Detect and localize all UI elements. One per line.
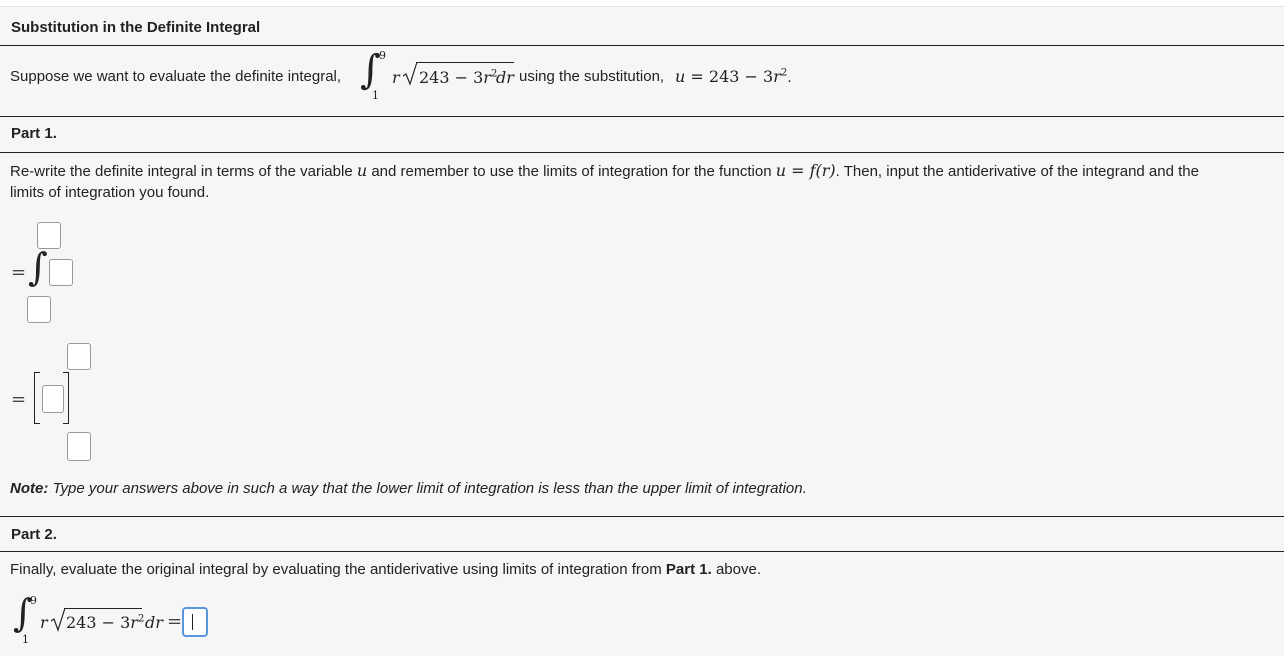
equals-sign: = bbox=[167, 611, 183, 632]
part2-heading: Part 2. bbox=[11, 526, 57, 543]
part1-instructions: Re-write the definite integral in terms … bbox=[10, 161, 1199, 180]
intro-text: Suppose we want to evaluate the definite… bbox=[10, 68, 342, 85]
text-caret bbox=[192, 614, 193, 630]
equals-sign: = bbox=[11, 262, 27, 283]
divider bbox=[0, 116, 1284, 117]
antiderivative-input[interactable] bbox=[42, 385, 64, 413]
upper-limit: 9 bbox=[30, 594, 37, 607]
intro-middle: using the substitution, bbox=[519, 68, 665, 85]
note: Note: Type your answers above in such a … bbox=[10, 480, 807, 497]
divider bbox=[0, 516, 1284, 517]
lower-limit-input[interactable] bbox=[27, 296, 51, 323]
lower-eval-input[interactable] bbox=[67, 432, 91, 461]
lower-limit: 1 bbox=[372, 89, 379, 102]
part1-heading: Part 1. bbox=[11, 125, 57, 142]
equals-sign: = bbox=[11, 389, 27, 410]
page-title: Substitution in the Definite Integral bbox=[11, 19, 261, 36]
part1-instructions-cont: limits of integration you found. bbox=[10, 184, 210, 201]
lower-limit: 1 bbox=[22, 633, 29, 646]
sqrt-bar bbox=[64, 608, 142, 609]
right-bracket-icon bbox=[63, 372, 69, 424]
divider bbox=[0, 152, 1284, 153]
integrand-input[interactable] bbox=[49, 259, 73, 286]
left-bracket-icon bbox=[34, 372, 40, 424]
radicand: 243 − 3r2 bbox=[66, 613, 145, 632]
radicand: 243 − 3r2 bbox=[419, 68, 498, 87]
integral-sign-icon: ∫ bbox=[360, 47, 381, 93]
part2-instructions: Finally, evaluate the original integral … bbox=[10, 561, 761, 578]
sqrt-bar bbox=[416, 62, 514, 63]
divider bbox=[0, 551, 1284, 552]
integral-sign-icon: ∫ bbox=[28, 245, 48, 289]
upper-limit: 9 bbox=[379, 49, 386, 62]
final-answer-input[interactable] bbox=[182, 607, 208, 637]
sqrt-icon bbox=[50, 607, 66, 632]
substitution-expr: u = 243 − 3r2. bbox=[675, 67, 792, 86]
upper-eval-input[interactable] bbox=[67, 343, 91, 370]
question-panel bbox=[0, 6, 1284, 656]
differential: dr bbox=[496, 68, 514, 87]
sqrt-icon bbox=[402, 61, 418, 86]
divider bbox=[0, 45, 1284, 46]
integrand-var: r bbox=[40, 613, 48, 632]
integrand-var: r bbox=[392, 68, 400, 87]
differential: dr bbox=[145, 613, 163, 632]
